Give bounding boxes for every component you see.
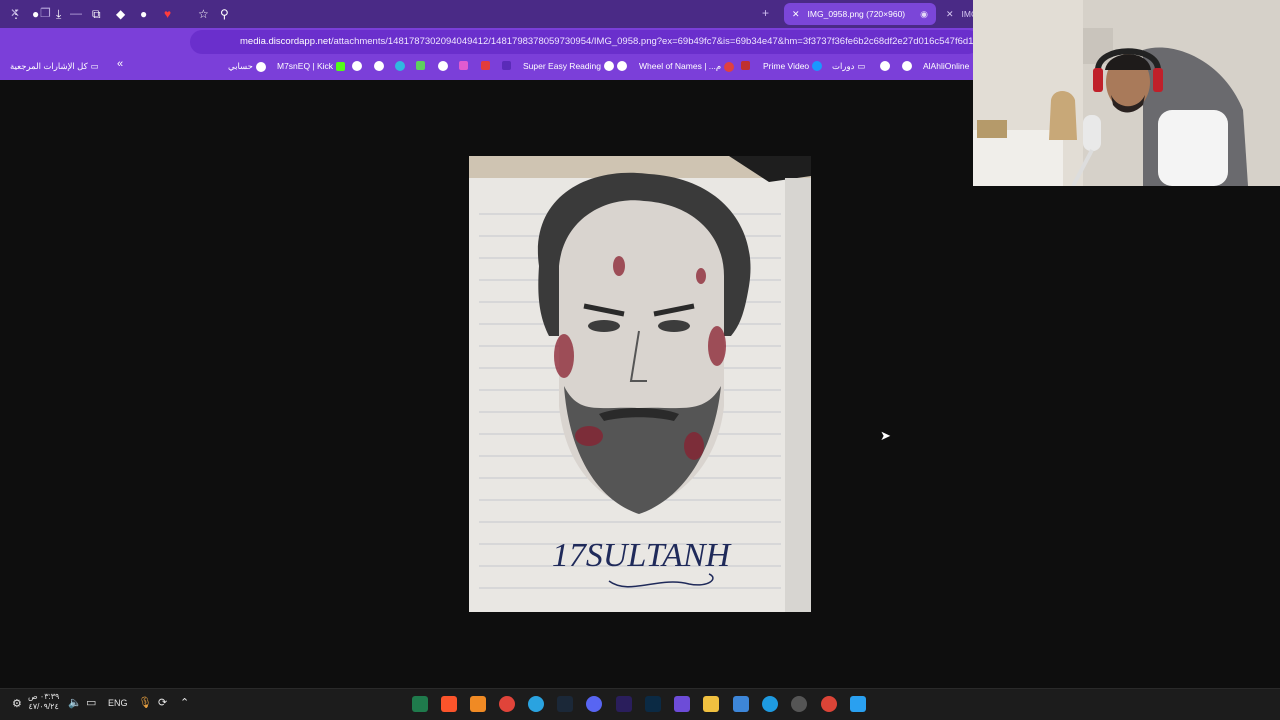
- displayed-image[interactable]: 17SULTANH: [469, 156, 811, 612]
- bookmark-item[interactable]: Prime Video: [763, 61, 823, 71]
- bookmark-star-icon[interactable]: ☆: [198, 7, 209, 21]
- tab-active[interactable]: ✕ IMG_0958.png (720×960) ◉: [784, 3, 936, 25]
- brave-icon[interactable]: [441, 696, 457, 712]
- kick-icon: [336, 61, 346, 71]
- sketch-drawing: 17SULTANH: [469, 156, 811, 612]
- globe-icon[interactable]: [880, 61, 890, 71]
- app-purple-icon[interactable]: [674, 696, 690, 712]
- app-red-icon[interactable]: [741, 61, 750, 70]
- language-indicator[interactable]: ENG: [108, 698, 128, 708]
- all-bookmarks-button[interactable]: كل الإشارات المرجعية ▭: [10, 61, 99, 72]
- windows-taskbar: [0, 688, 1280, 720]
- bookmark-item[interactable]: Super Easy Reading: [523, 61, 614, 71]
- extension-icon[interactable]: ◆: [116, 7, 125, 21]
- globe-icon[interactable]: [352, 61, 362, 71]
- edge-icon[interactable]: [762, 696, 778, 712]
- extension-icon[interactable]: ♥: [164, 7, 171, 21]
- extensions-puzzle-icon[interactable]: ⧉: [92, 7, 101, 21]
- network-icon[interactable]: ▭: [86, 696, 96, 709]
- file-explorer-icon[interactable]: [703, 696, 719, 712]
- signature-text: 17SULTANH: [552, 537, 733, 574]
- app-pink-icon[interactable]: [459, 61, 468, 70]
- folder-icon: ▭: [857, 61, 866, 71]
- sync-icon[interactable]: ⟳: [158, 696, 167, 709]
- wheel-icon: [724, 61, 735, 72]
- prime-video-icon: [812, 61, 823, 71]
- settings-icon[interactable]: ⚙: [12, 697, 22, 710]
- minimize-window-icon[interactable]: —: [70, 6, 82, 20]
- globe-icon[interactable]: [374, 61, 384, 71]
- edge-icon[interactable]: [395, 61, 405, 71]
- restore-window-icon[interactable]: ❐: [40, 6, 51, 20]
- bookmarks-overflow-button[interactable]: «: [117, 58, 123, 70]
- bookmark-item[interactable]: M7snEQ | Kick: [277, 61, 346, 71]
- chevron-up-icon[interactable]: ⌃: [180, 696, 189, 709]
- globe-icon: [255, 61, 266, 72]
- globe-icon[interactable]: [902, 61, 912, 71]
- app-red-icon[interactable]: [499, 696, 515, 712]
- app-orange-icon[interactable]: [470, 696, 486, 712]
- download-icon[interactable]: ⤓: [56, 7, 61, 21]
- globe-icon: ◉: [920, 8, 928, 19]
- webcam-feed: [973, 0, 1280, 186]
- webcam-overlay: [973, 0, 1280, 186]
- bookmark-item[interactable]: دورات ▭: [832, 61, 865, 72]
- store-icon[interactable]: [733, 696, 749, 712]
- mouse-cursor: ➤: [880, 428, 891, 443]
- menu-icon[interactable]: ⋮: [10, 7, 22, 21]
- close-tab-icon[interactable]: ✕: [946, 9, 954, 20]
- folder-icon: ▭: [90, 61, 99, 71]
- extension-icon[interactable]: ●: [140, 7, 147, 21]
- discord-icon[interactable]: [586, 696, 602, 712]
- download-green-icon[interactable]: [416, 61, 425, 70]
- chrome-icon[interactable]: [821, 696, 837, 712]
- acrobat-icon[interactable]: [481, 61, 490, 70]
- app-purple-icon[interactable]: [502, 61, 511, 70]
- clock[interactable]: ٠٣:٣٩ ص ٤٧/٠٩/٢٤: [28, 692, 59, 712]
- tab-title: IMG_0958.png (720×960): [807, 9, 906, 19]
- globe-icon[interactable]: [438, 61, 448, 71]
- site-info-icon[interactable]: ⚲: [220, 7, 229, 21]
- bookmark-item[interactable]: Wheel of Names | ...م: [639, 61, 735, 72]
- close-tab-icon[interactable]: ✕: [792, 9, 800, 20]
- volume-icon[interactable]: 🔈: [68, 696, 82, 709]
- excel-icon[interactable]: [412, 696, 428, 712]
- bookmark-item[interactable]: حسابي: [228, 61, 266, 72]
- url-text[interactable]: media.discordapp.net/attachments/1481787…: [240, 36, 975, 47]
- new-tab-button[interactable]: +: [762, 6, 769, 20]
- bookmark-item[interactable]: AlAhliOnline: [923, 61, 969, 71]
- globe-icon[interactable]: [617, 61, 627, 71]
- telegram-icon[interactable]: [528, 696, 544, 712]
- microphone-icon[interactable]: 🎙: [138, 696, 152, 709]
- photoshop-icon[interactable]: [645, 696, 661, 712]
- premiere-icon[interactable]: [616, 696, 632, 712]
- extension-icon[interactable]: ●: [32, 7, 39, 21]
- globe-icon: [603, 61, 614, 71]
- obs-icon[interactable]: [791, 696, 807, 712]
- steam-icon[interactable]: [557, 696, 573, 712]
- windows-start-icon[interactable]: [850, 696, 866, 712]
